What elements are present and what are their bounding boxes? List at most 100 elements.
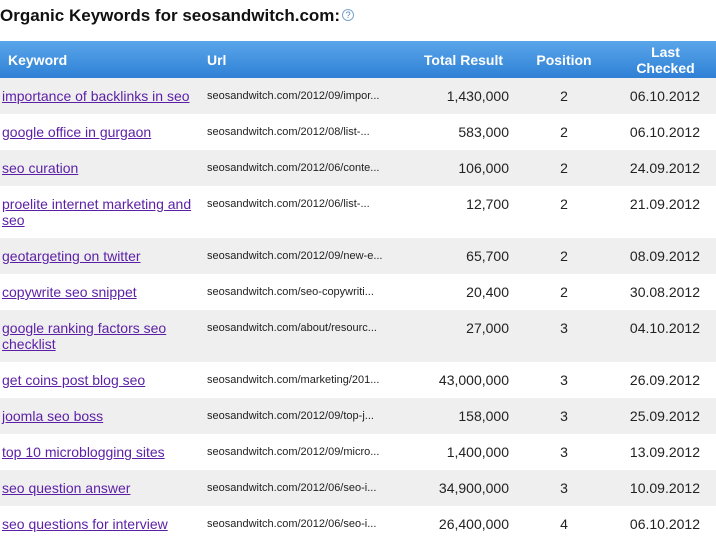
url-cell: seosandwitch.com/2012/09/micro... [199, 434, 408, 470]
last-checked-value: 21.09.2012 [629, 196, 700, 212]
total-result-value: 106,000 [458, 160, 509, 176]
url-cell: seosandwitch.com/2012/06/seo-i... [199, 470, 408, 506]
table-row: proelite internet marketing and seo seosa… [0, 186, 716, 238]
total-result-value: 26,400,000 [438, 516, 509, 532]
keyword-link[interactable]: seo curation [2, 160, 78, 176]
keyword-link[interactable]: top 10 microblogging sites [2, 444, 165, 460]
keyword-cell: joomla seo boss [0, 398, 199, 434]
column-header-total-result[interactable]: Total Result [408, 41, 513, 78]
position-value: 2 [560, 196, 568, 212]
table-row: seo curation seosandwitch.com/2012/06/con… [0, 150, 716, 186]
position-cell: 2 [513, 114, 615, 150]
last-checked-value: 06.10.2012 [629, 516, 700, 532]
table-row: google office in gurgaon seosandwitch.com… [0, 114, 716, 150]
position-cell: 3 [513, 434, 615, 470]
total-result-cell: 12,700 [408, 186, 513, 238]
total-result-value: 158,000 [458, 408, 509, 424]
url-value: seosandwitch.com/2012/08/list-... [207, 126, 370, 138]
url-value: seosandwitch.com/2012/06/seo-i... [207, 482, 377, 494]
position-cell: 2 [513, 78, 615, 114]
table-row: top 10 microblogging sites seosandwitch.c… [0, 434, 716, 470]
column-header-position[interactable]: Position [513, 41, 615, 78]
keyword-link[interactable]: google ranking factors seo checklist [2, 320, 166, 352]
keyword-link[interactable]: proelite internet marketing and seo [2, 196, 191, 228]
last-checked-cell: 26.09.2012 [615, 362, 716, 398]
url-value: seosandwitch.com/2012/06/list-... [207, 198, 370, 210]
last-checked-cell: 13.09.2012 [615, 434, 716, 470]
keyword-cell: copywrite seo snippet [0, 274, 199, 310]
last-checked-value: 24.09.2012 [629, 160, 700, 176]
keyword-link[interactable]: seo questions for interview [2, 516, 168, 532]
last-checked-cell: 24.09.2012 [615, 150, 716, 186]
url-cell: seosandwitch.com/marketing/201... [199, 362, 408, 398]
keyword-link[interactable]: google office in gurgaon [2, 124, 151, 140]
table-row: copywrite seo snippet seosandwitch.com/se… [0, 274, 716, 310]
last-checked-cell: 06.10.2012 [615, 78, 716, 114]
url-value: seosandwitch.com/2012/06/seo-i... [207, 518, 377, 530]
url-cell: seosandwitch.com/seo-copywriti... [199, 274, 408, 310]
url-value: seosandwitch.com/2012/09/top-j... [207, 410, 374, 422]
last-checked-value: 30.08.2012 [629, 284, 700, 300]
url-cell: seosandwitch.com/2012/06/seo-i... [199, 506, 408, 542]
keyword-link[interactable]: get coins post blog seo [2, 372, 145, 388]
last-checked-cell: 06.10.2012 [615, 506, 716, 542]
total-result-value: 12,700 [466, 196, 509, 212]
position-value: 2 [560, 160, 568, 176]
url-cell: seosandwitch.com/2012/06/conte... [199, 150, 408, 186]
position-value: 2 [560, 124, 568, 140]
last-checked-value: 06.10.2012 [629, 124, 700, 140]
table-header: Keyword Url Total Result Position Last C… [0, 41, 716, 78]
position-value: 3 [560, 320, 568, 336]
column-header-last-checked[interactable]: Last Checked [615, 41, 716, 78]
url-value: seosandwitch.com/seo-copywriti... [207, 286, 374, 298]
url-value: seosandwitch.com/2012/09/micro... [207, 446, 380, 458]
keyword-link[interactable]: seo question answer [2, 480, 130, 496]
total-result-cell: 583,000 [408, 114, 513, 150]
last-checked-value: 08.09.2012 [629, 248, 700, 264]
position-value: 3 [560, 408, 568, 424]
total-result-cell: 1,400,000 [408, 434, 513, 470]
title-row: Organic Keywords for seosandwitch.com: ? [0, 0, 716, 32]
total-result-value: 583,000 [458, 124, 509, 140]
keyword-cell: importance of backlinks in seo [0, 78, 199, 114]
url-value: seosandwitch.com/2012/06/conte... [207, 162, 380, 174]
position-value: 2 [560, 88, 568, 104]
last-checked-value: 13.09.2012 [629, 444, 700, 460]
keyword-cell: seo curation [0, 150, 199, 186]
keyword-link[interactable]: joomla seo boss [2, 408, 103, 424]
help-icon[interactable]: ? [342, 9, 355, 21]
table-row: geotargeting on twitter seosandwitch.com/… [0, 238, 716, 274]
keyword-link[interactable]: geotargeting on twitter [2, 248, 141, 264]
table-row: google ranking factors seo checklist seos… [0, 310, 716, 362]
position-cell: 3 [513, 310, 615, 362]
last-checked-cell: 25.09.2012 [615, 398, 716, 434]
keyword-cell: google ranking factors seo checklist [0, 310, 199, 362]
last-checked-value: 26.09.2012 [629, 372, 700, 388]
keyword-link[interactable]: importance of backlinks in seo [2, 88, 190, 104]
keyword-link[interactable]: copywrite seo snippet [2, 284, 137, 300]
total-result-cell: 158,000 [408, 398, 513, 434]
url-cell: seosandwitch.com/2012/09/impor... [199, 78, 408, 114]
position-cell: 2 [513, 150, 615, 186]
position-value: 3 [560, 444, 568, 460]
column-header-keyword[interactable]: Keyword [0, 41, 199, 78]
last-checked-cell: 10.09.2012 [615, 470, 716, 506]
last-checked-cell: 06.10.2012 [615, 114, 716, 150]
position-value: 3 [560, 480, 568, 496]
position-cell: 3 [513, 362, 615, 398]
position-value: 3 [560, 372, 568, 388]
last-checked-value: 25.09.2012 [629, 408, 700, 424]
position-cell: 2 [513, 274, 615, 310]
position-cell: 2 [513, 186, 615, 238]
keyword-cell: top 10 microblogging sites [0, 434, 199, 470]
url-value: seosandwitch.com/marketing/201... [207, 374, 380, 386]
url-cell: seosandwitch.com/2012/06/list-... [199, 186, 408, 238]
column-header-url[interactable]: Url [199, 41, 408, 78]
url-cell: seosandwitch.com/2012/09/new-e... [199, 238, 408, 274]
total-result-cell: 34,900,000 [408, 470, 513, 506]
table-row: joomla seo boss seosandwitch.com/2012/09/… [0, 398, 716, 434]
keyword-cell: seo questions for interview [0, 506, 199, 542]
position-value: 2 [560, 248, 568, 264]
url-value: seosandwitch.com/about/resourc... [207, 322, 377, 334]
url-cell: seosandwitch.com/2012/09/top-j... [199, 398, 408, 434]
